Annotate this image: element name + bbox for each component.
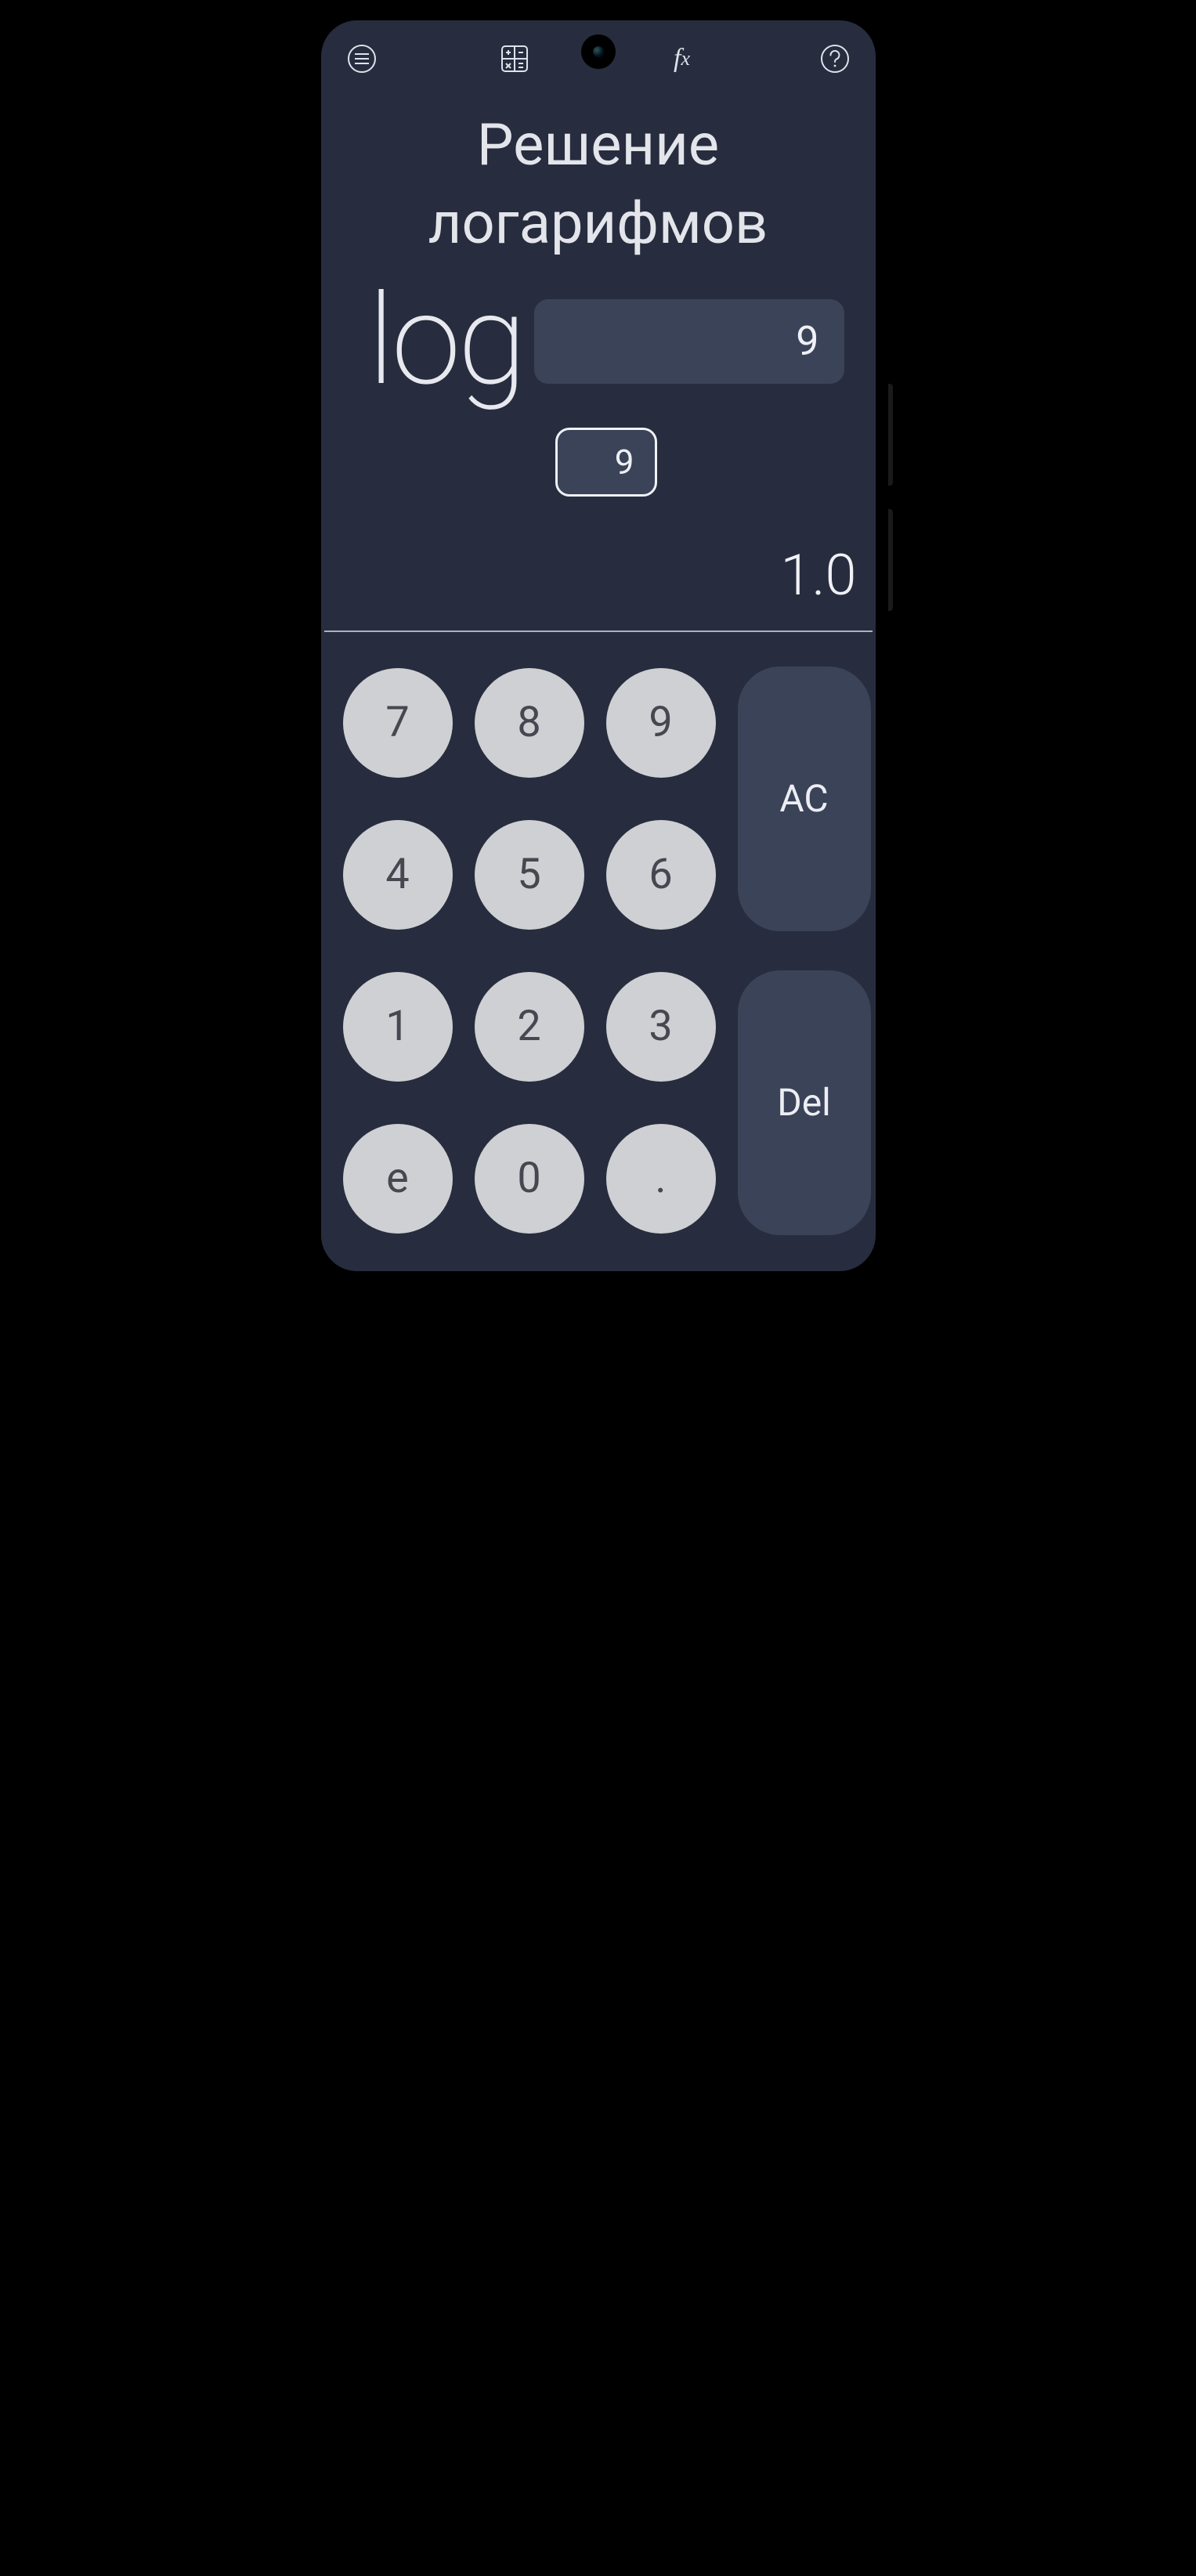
key-8[interactable]: 8 bbox=[475, 668, 584, 778]
result-value: 1.0 bbox=[321, 497, 876, 630]
base-row: 9 bbox=[368, 428, 844, 497]
base-value: 9 bbox=[615, 442, 634, 482]
app-screen: fx Решение логарифмов log 9 bbox=[321, 20, 876, 1271]
keypad: 7 8 9 AC 4 5 6 1 2 3 Del e 0 . bbox=[321, 632, 876, 1271]
key-0[interactable]: 0 bbox=[475, 1124, 584, 1234]
menu-icon[interactable] bbox=[345, 42, 379, 76]
argument-input[interactable]: 9 bbox=[534, 299, 844, 384]
key-e[interactable]: e bbox=[343, 1124, 453, 1234]
key-del-wrap: Del bbox=[738, 963, 871, 1243]
key-ac[interactable]: AC bbox=[738, 667, 871, 931]
key-1[interactable]: 1 bbox=[343, 972, 453, 1082]
key-ac-wrap: AC bbox=[738, 659, 871, 939]
log-symbol: log bbox=[368, 279, 524, 404]
argument-value: 9 bbox=[796, 317, 818, 365]
log-row: log 9 bbox=[368, 279, 844, 404]
calc-grid-icon[interactable] bbox=[497, 42, 532, 76]
key-6[interactable]: 6 bbox=[606, 820, 716, 930]
expression-area: log 9 9 bbox=[321, 271, 876, 497]
key-7[interactable]: 7 bbox=[343, 668, 453, 778]
key-5[interactable]: 5 bbox=[475, 820, 584, 930]
base-input[interactable]: 9 bbox=[555, 428, 657, 497]
key-del[interactable]: Del bbox=[738, 970, 871, 1235]
phone-frame: fx Решение логарифмов log 9 bbox=[309, 8, 888, 1284]
help-icon[interactable] bbox=[818, 42, 852, 76]
key-2[interactable]: 2 bbox=[475, 972, 584, 1082]
key-3[interactable]: 3 bbox=[606, 972, 716, 1082]
page-title: Решение логарифмов bbox=[321, 83, 876, 271]
key-4[interactable]: 4 bbox=[343, 820, 453, 930]
side-button-volume-down bbox=[888, 509, 893, 611]
key-9[interactable]: 9 bbox=[606, 668, 716, 778]
camera-hole bbox=[581, 34, 616, 69]
side-button-volume-up bbox=[888, 384, 893, 486]
fx-icon[interactable]: fx bbox=[665, 42, 699, 76]
key-dot[interactable]: . bbox=[606, 1124, 716, 1234]
